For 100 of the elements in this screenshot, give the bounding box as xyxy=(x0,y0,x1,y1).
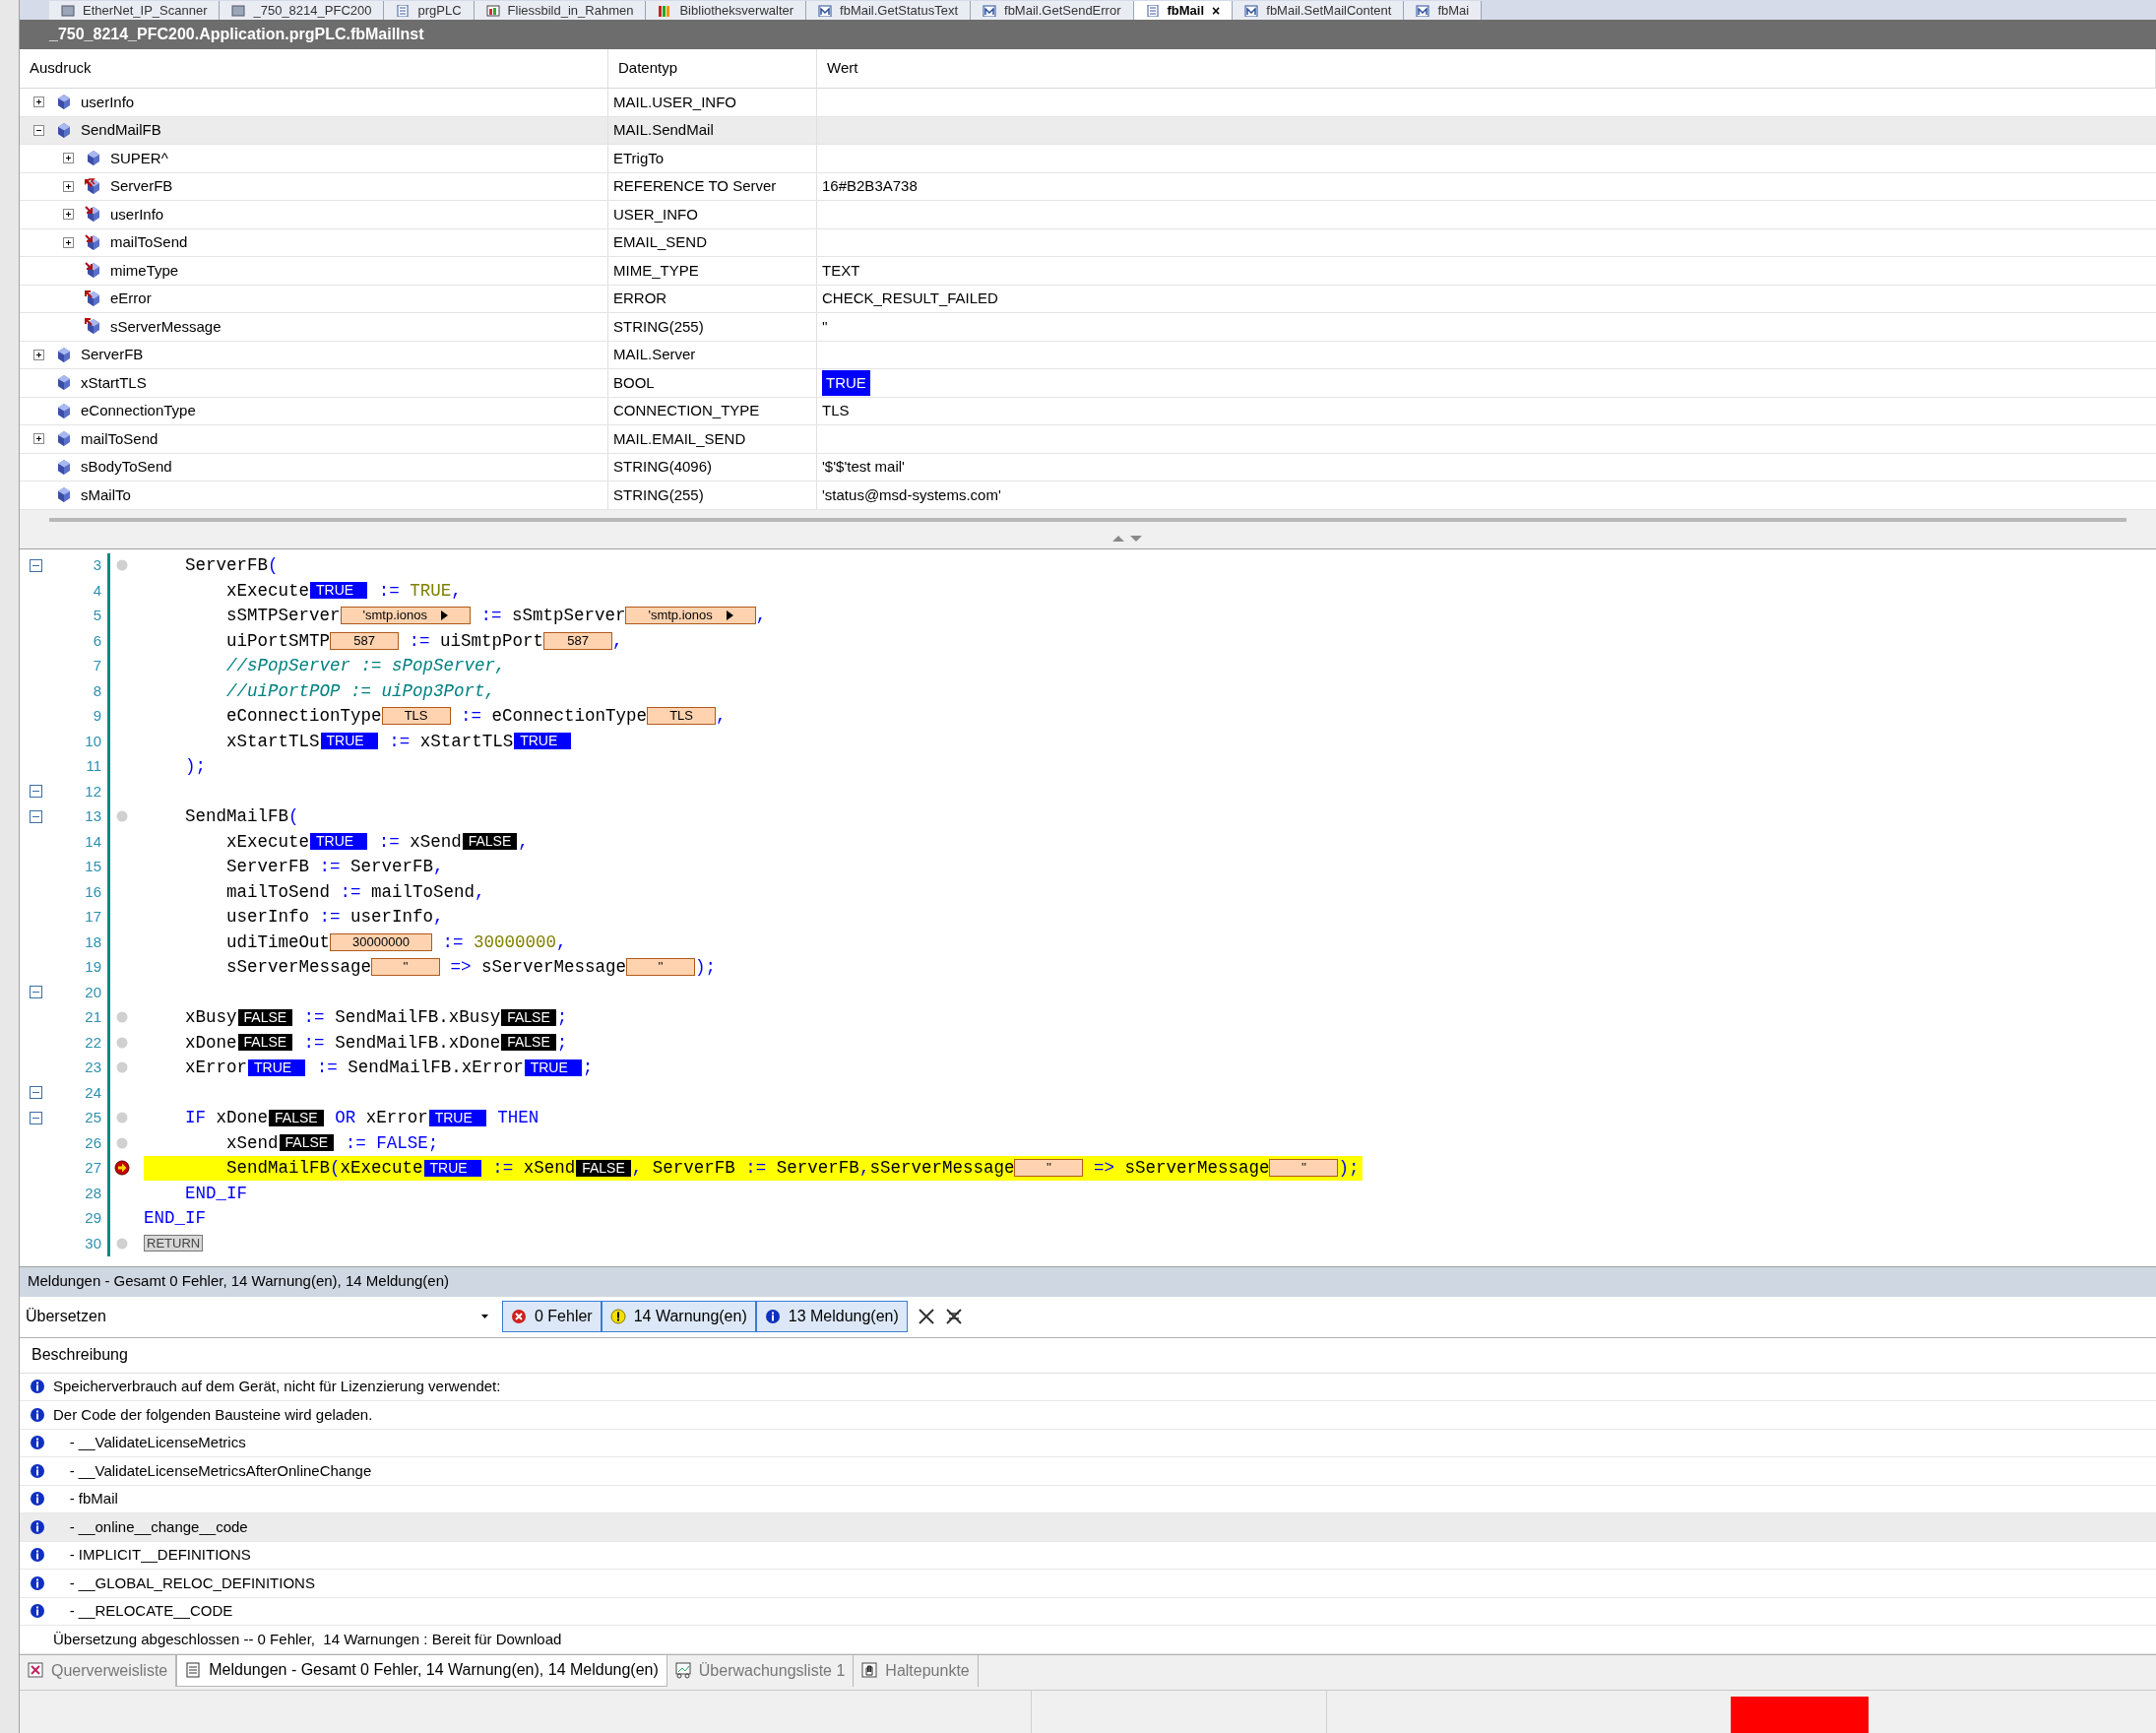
table-row[interactable]: sServerMessage STRING(255) '' xyxy=(20,313,2156,342)
code-text: ServerFB xyxy=(652,1157,735,1181)
editor-tab[interactable]: fbMail.GetSendError xyxy=(971,1,1134,20)
filter-button[interactable]: 14 Warnung(en) xyxy=(601,1301,756,1332)
editor-tab[interactable]: Fliessbild_in_Rahmen xyxy=(474,1,647,20)
table-row[interactable]: sMailTo STRING(255) 'status@msd-systems.com' xyxy=(20,481,2156,510)
editor-tab[interactable]: prgPLC xyxy=(384,1,475,20)
error-icon xyxy=(511,1309,527,1324)
code-text: END_IF xyxy=(144,1207,206,1231)
input-variable-icon xyxy=(85,206,100,224)
table-row[interactable]: mimeType MIME_TYPE TEXT xyxy=(20,257,2156,286)
table-row[interactable]: mailToSend EMAIL_SEND xyxy=(20,228,2156,257)
line-number: 10 xyxy=(85,731,101,751)
clear-icon[interactable] xyxy=(917,1308,935,1325)
column-header[interactable]: Datentyp xyxy=(608,49,817,88)
filter-button[interactable]: 0 Fehler xyxy=(502,1301,602,1332)
expand-icon[interactable] xyxy=(63,180,74,192)
table-cell-text: userInfo xyxy=(110,204,164,225)
variable-icon xyxy=(55,94,71,111)
table-row[interactable]: userInfo MAIL.USER_INFO xyxy=(20,89,2156,117)
expand-icon[interactable] xyxy=(63,236,74,248)
editor-tab[interactable]: fbMail × xyxy=(1133,1,1234,20)
table-cell-text: SendMailFB xyxy=(81,120,161,140)
window-title: _750_8214_PFC200.Application.prgPLC.fbMailInst xyxy=(20,20,2156,49)
table-cell-text: mailToSend xyxy=(110,232,188,252)
code-text: //uiPortPOP := uiPop3Port, xyxy=(225,679,496,703)
filter-button[interactable]: 13 Meldung(en) xyxy=(755,1301,908,1332)
expand-icon[interactable] xyxy=(33,433,44,445)
editor-tab[interactable]: fbMail.GetStatusText xyxy=(806,1,971,20)
column-header[interactable]: Ausdruck xyxy=(20,49,608,88)
table-row[interactable]: sBodyToSend STRING(4096) '$'$'test mail' xyxy=(20,453,2156,481)
online-value: 587 xyxy=(543,631,613,650)
table-row[interactable]: SUPER^ ETrigTo xyxy=(20,145,2156,173)
expand-icon[interactable] xyxy=(33,349,44,360)
online-value: '' xyxy=(1269,1159,1339,1178)
table-cell-text: TEXT xyxy=(822,260,860,281)
panel-tab[interactable]: Haltepunkte xyxy=(854,1654,979,1687)
message-row[interactable]: - __online__change__code xyxy=(20,1513,2156,1542)
glasses-chart-icon xyxy=(674,1662,691,1679)
table-row[interactable]: SendMailFB MAIL.SendMail xyxy=(20,116,2156,145)
table-row[interactable]: ServerFB REFERENCE TO Server 16#B2B3A738 xyxy=(20,172,2156,201)
column-header[interactable]: Beschreibung xyxy=(20,1337,2156,1374)
variable-icon xyxy=(55,430,71,448)
column-header[interactable]: Wert xyxy=(817,49,2156,88)
code-text: , xyxy=(716,705,727,729)
panel-tab[interactable]: Überwachungsliste 1 xyxy=(666,1654,855,1687)
horizontal-scrollbar[interactable] xyxy=(49,517,2126,522)
splitter-arrows-icon[interactable] xyxy=(1110,535,1144,543)
message-text: - __RELOCATE__CODE xyxy=(68,1601,233,1621)
editor-tab[interactable]: EtherNet_IP_Scanner xyxy=(49,1,221,20)
online-value: '' xyxy=(626,958,696,977)
code-text: SendMailFB.xBusy xyxy=(335,1006,501,1030)
editor-tab[interactable]: fbMai xyxy=(1404,1,1483,20)
code-text: xSend xyxy=(523,1157,576,1181)
code-text: xDone xyxy=(184,1031,237,1055)
table-row[interactable]: eError ERROR CHECK_RESULT_FAILED xyxy=(20,285,2156,313)
table-cell-text: USER_INFO xyxy=(613,204,698,225)
table-row[interactable]: xStartTLS BOOL TRUE xyxy=(20,369,2156,398)
code-text: ServerFB xyxy=(776,1157,859,1181)
info-icon xyxy=(30,1435,45,1451)
code-text: userInfo xyxy=(350,906,434,930)
online-value: TRUE xyxy=(248,1059,306,1076)
table-cell-text: STRING(4096) xyxy=(613,457,713,477)
expand-icon[interactable] xyxy=(63,209,74,221)
editor-tab[interactable]: _750_8214_PFC200 xyxy=(220,1,385,20)
method-icon xyxy=(1244,4,1259,17)
code-text: sServerMessage xyxy=(869,1157,1015,1181)
online-value: TRUE xyxy=(428,1109,486,1126)
variable-icon xyxy=(55,402,71,419)
clear-all-icon[interactable] xyxy=(944,1308,963,1325)
online-value: TRUE xyxy=(423,1159,481,1177)
code-text: END_IF xyxy=(184,1182,248,1205)
panel-tab[interactable]: Querverweisliste xyxy=(20,1654,177,1687)
table-row[interactable]: eConnectionType CONNECTION_TYPE TLS xyxy=(20,397,2156,425)
editor-tab[interactable]: Bibliotheksverwalter xyxy=(646,1,807,20)
tab-label: EtherNet_IP_Scanner xyxy=(83,4,208,17)
editor-tab[interactable]: fbMail.SetMailContent xyxy=(1233,1,1405,20)
line-number: 14 xyxy=(85,831,101,852)
table-row[interactable]: userInfo USER_INFO xyxy=(20,201,2156,229)
table-row[interactable]: mailToSend MAIL.EMAIL_SEND xyxy=(20,425,2156,454)
close-tab-button[interactable]: × xyxy=(1212,3,1221,18)
online-value: FALSE xyxy=(279,1134,335,1152)
message-text: - __ValidateLicenseMetricsAfterOnlineChange xyxy=(68,1460,372,1481)
online-value: FALSE xyxy=(501,1008,556,1026)
table-row[interactable]: ServerFB MAIL.Server xyxy=(20,341,2156,369)
message-text: Speicherverbrauch auf dem Gerät, nicht für Lizenzierung verwendet: xyxy=(53,1377,501,1396)
expand-icon[interactable] xyxy=(33,96,44,108)
code-text: := xyxy=(441,931,465,954)
panel-tab[interactable]: Meldungen - Gesamt 0 Fehler, 14 Warnung(en), 14 Meldung(en) xyxy=(176,1654,667,1687)
expand-icon[interactable] xyxy=(63,153,74,164)
variable-icon xyxy=(55,121,71,139)
current-position-icon[interactable] xyxy=(114,1160,130,1177)
output-variable-icon xyxy=(85,289,100,307)
collapse-icon[interactable] xyxy=(33,124,44,136)
code-text: xSend xyxy=(410,830,462,854)
online-value: '' xyxy=(1014,1159,1084,1178)
tab-label: fbMail.SetMailContent xyxy=(1266,4,1392,17)
code-text: ; xyxy=(556,1031,568,1055)
table-cell-text: MAIL.Server xyxy=(613,345,696,364)
code-text: := xyxy=(318,856,342,879)
